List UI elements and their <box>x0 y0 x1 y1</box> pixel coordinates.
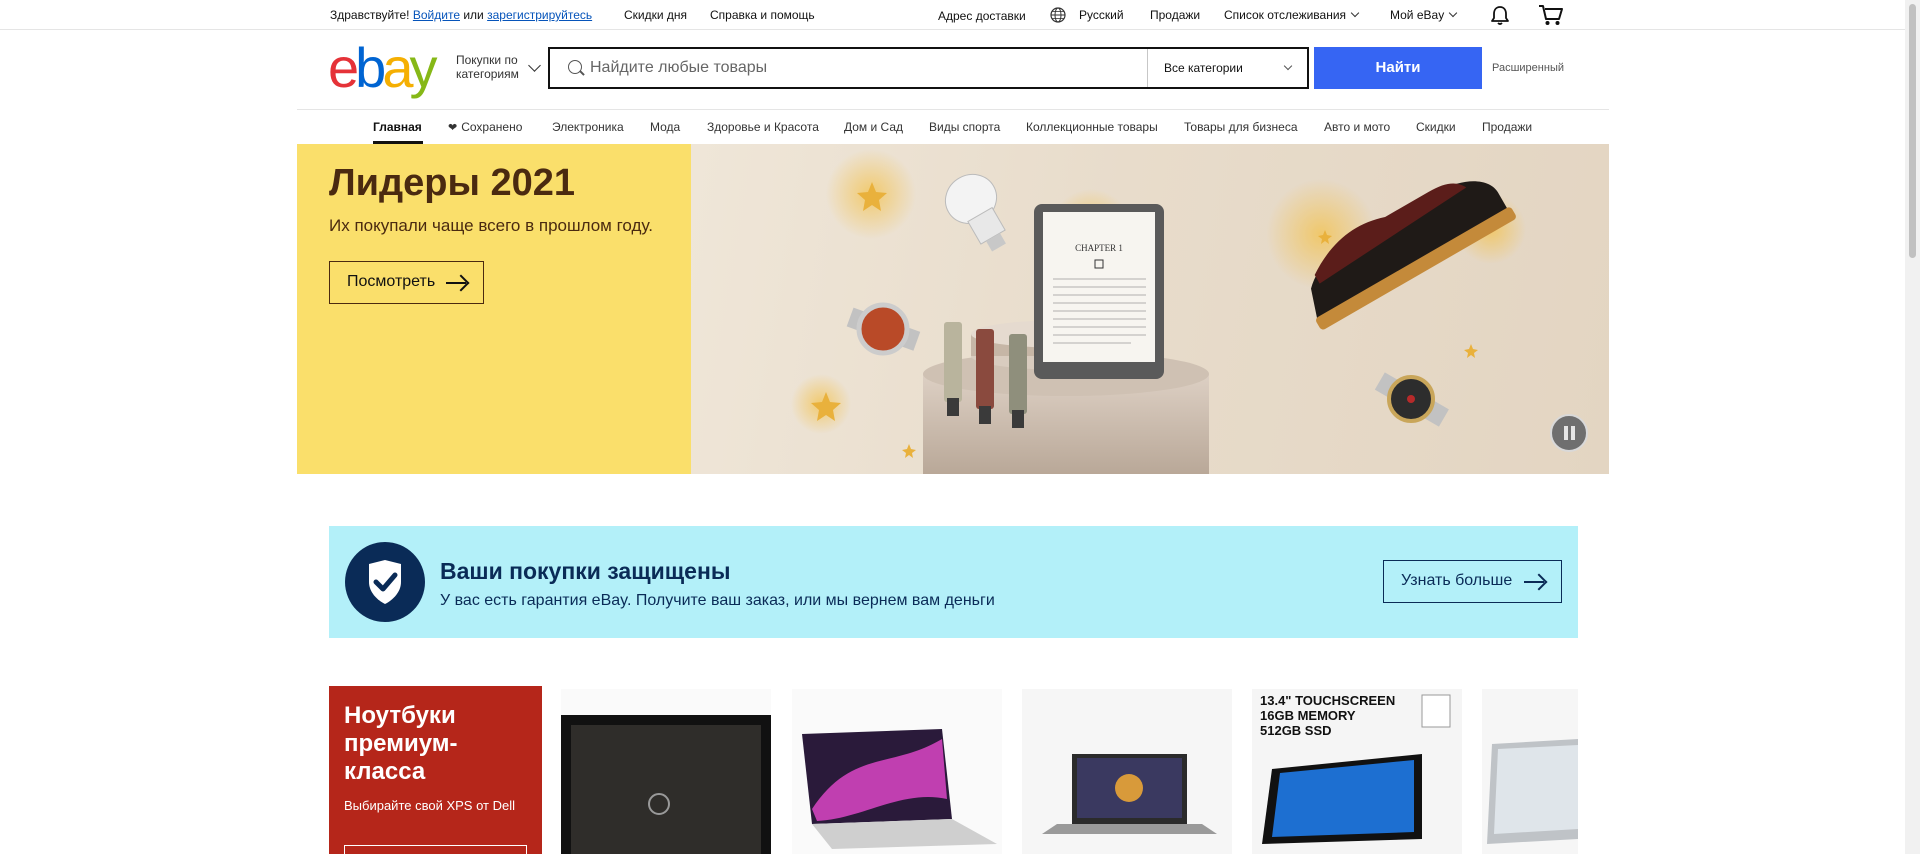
category-select[interactable]: Все категории <box>1147 49 1309 87</box>
search-icon <box>568 60 582 74</box>
nav-item-home-garden[interactable]: Дом и Сад <box>844 120 903 134</box>
help-link[interactable]: Справка и помощь <box>710 8 815 22</box>
hero-view-button-label: Посмотреть <box>347 273 436 290</box>
laptop-tile[interactable] <box>1482 689 1578 854</box>
premium-laptops-card[interactable]: Ноутбуки премиум-класса Выбирайте свой X… <box>329 686 542 854</box>
pause-icon[interactable] <box>1550 414 1588 452</box>
hero-product-image: CHAPTER 1 <box>691 144 1609 474</box>
greeting: Здравствуйте! Войдите или зарегистрируйт… <box>330 8 592 22</box>
top-utility-bar: Здравствуйте! Войдите или зарегистрируйт… <box>0 0 1920 30</box>
laptop-image <box>1482 689 1578 854</box>
laptop-tile[interactable] <box>561 689 771 854</box>
watchlist-menu[interactable]: Список отслеживания <box>1224 8 1360 22</box>
learn-more-button-label: Узнать больше <box>1401 572 1513 589</box>
logo-letter-e: e <box>328 36 359 99</box>
category-nav: Главная ❤ Сохранено Электроника Мода Здор… <box>297 109 1609 144</box>
hero-view-button[interactable]: Посмотреть <box>329 261 484 304</box>
bell-icon[interactable] <box>1489 4 1511 26</box>
nav-item-electronics[interactable]: Электроника <box>552 120 624 134</box>
register-link[interactable]: зарегистрируйтесь <box>487 8 592 22</box>
sell-link[interactable]: Продажи <box>1150 8 1200 22</box>
ereader-chapter-text: CHAPTER 1 <box>1075 243 1123 253</box>
shop-by-category-button[interactable]: Покупки по категориям <box>456 53 531 81</box>
nav-item-sports[interactable]: Виды спорта <box>929 120 1000 134</box>
nav-item-business[interactable]: Товары для бизнеса <box>1184 120 1298 134</box>
nav-item-fashion[interactable]: Мода <box>650 120 680 134</box>
laptop-image <box>561 689 771 854</box>
nav-item-deals[interactable]: Скидки <box>1416 120 1456 134</box>
cart-icon[interactable] <box>1538 3 1564 27</box>
arrow-right-icon <box>446 282 466 284</box>
hero-carousel: Лидеры 2021 Их покупали чаще всего в про… <box>297 144 1609 474</box>
buyer-protection-banner: Ваши покупки защищены У вас есть гаранти… <box>329 526 1578 638</box>
my-ebay-label: Мой eBay <box>1390 8 1445 22</box>
search-button[interactable]: Найти <box>1314 47 1482 89</box>
ebay-logo[interactable]: ebay <box>328 40 448 96</box>
nav-item-collectibles[interactable]: Коллекционные товары <box>1026 120 1158 134</box>
laptop-image <box>1022 689 1232 854</box>
my-ebay-menu[interactable]: Мой eBay <box>1390 8 1458 22</box>
ship-to-link[interactable]: Адрес доставки <box>938 9 1026 23</box>
hero-products-illustration: CHAPTER 1 <box>791 149 1526 474</box>
nav-item-saved-label: Сохранено <box>461 120 523 134</box>
heart-icon: ❤ <box>448 122 458 134</box>
hero-title: Лидеры 2021 <box>329 162 576 204</box>
promo-shop-button[interactable] <box>344 845 527 854</box>
chevron-down-icon <box>1283 61 1293 71</box>
shield-check-icon <box>345 542 425 622</box>
globe-icon[interactable] <box>1050 7 1066 23</box>
or-text: или <box>463 8 484 22</box>
chevron-down-icon <box>1350 8 1360 18</box>
logo-letter-a: a <box>382 36 413 99</box>
category-select-value: Все категории <box>1164 61 1243 75</box>
nav-item-saved[interactable]: ❤ Сохранено <box>448 120 522 134</box>
logo-letter-y: y <box>409 36 437 99</box>
learn-more-button[interactable]: Узнать больше <box>1383 560 1562 603</box>
greeting-text: Здравствуйте! <box>330 8 410 22</box>
protection-title: Ваши покупки защищены <box>440 558 731 584</box>
scrollbar-thumb[interactable] <box>1909 4 1916 258</box>
hero-text-panel: Лидеры 2021 Их покупали чаще всего в про… <box>297 144 691 474</box>
advanced-search-link[interactable]: Расширенный <box>1492 62 1564 74</box>
arrow-right-icon <box>1524 581 1544 583</box>
search-bar: Все категории <box>548 47 1309 89</box>
nav-item-motors[interactable]: Авто и мото <box>1324 120 1390 134</box>
laptop-image <box>1262 694 1451 844</box>
signin-link[interactable]: Войдите <box>413 8 460 22</box>
daily-deals-link[interactable]: Скидки дня <box>624 8 687 22</box>
shop-by-category-label: Покупки по категориям <box>456 53 519 81</box>
laptop-image <box>792 689 1002 854</box>
laptop-tile[interactable]: 13.4" TOUCHSCREEN 16GB MEMORY 512GB SSD <box>1252 689 1462 854</box>
hero-subtitle: Их покупали чаще всего в прошлом году. <box>329 216 653 235</box>
logo-letter-b: b <box>355 36 386 99</box>
promo-subtitle: Выбирайте свой XPS от Dell <box>344 798 515 813</box>
nav-item-home[interactable]: Главная <box>373 120 422 134</box>
protection-subtitle: У вас есть гарантия eBay. Получите ваш з… <box>440 592 995 609</box>
search-input[interactable] <box>590 49 1170 87</box>
laptop-tile[interactable] <box>1022 689 1232 854</box>
language-selector[interactable]: Русский <box>1079 8 1124 22</box>
nav-item-selling[interactable]: Продажи <box>1482 120 1532 134</box>
chevron-down-icon <box>1448 8 1458 18</box>
laptop-tile[interactable] <box>792 689 1002 854</box>
page-scrollbar[interactable] <box>1905 0 1920 854</box>
promo-title: Ноутбуки премиум-класса <box>344 702 458 785</box>
nav-item-health-beauty[interactable]: Здоровье и Красота <box>707 120 819 134</box>
watchlist-label: Список отслеживания <box>1224 8 1347 22</box>
